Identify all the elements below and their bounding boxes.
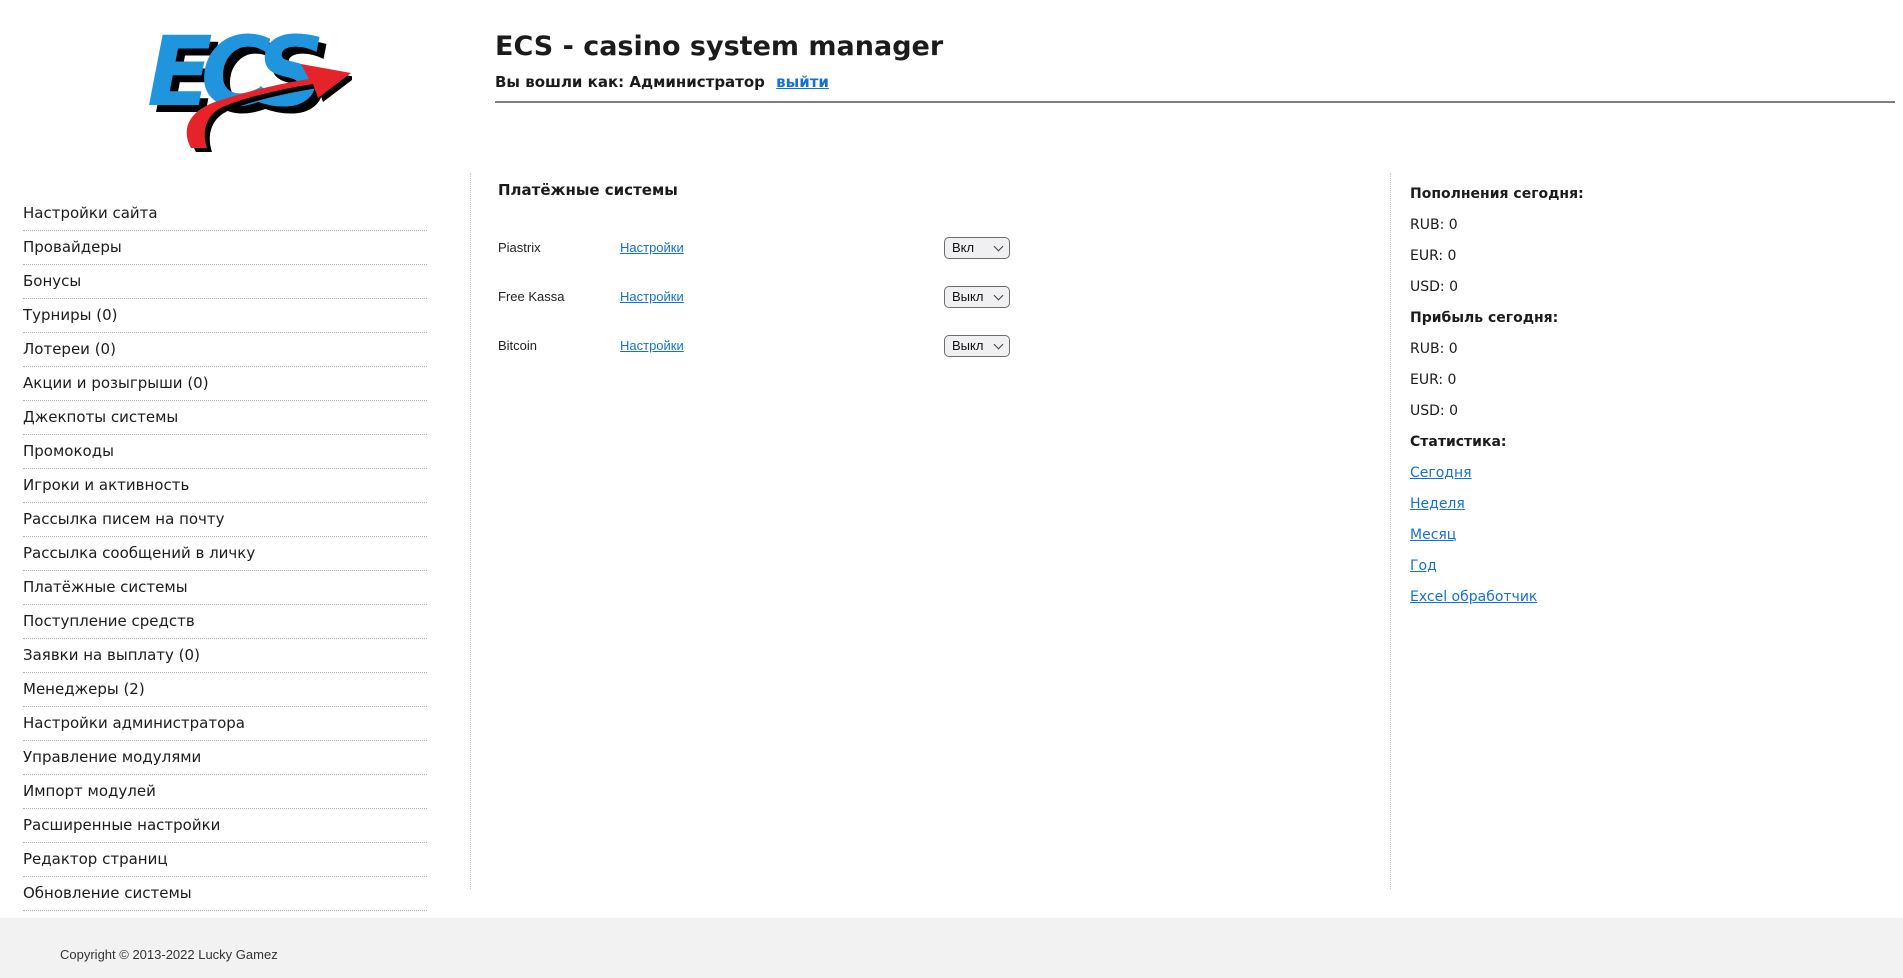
sidebar-menu: Настройки сайта Провайдеры Бонусы Турнир…: [23, 197, 427, 911]
sidebar-item-promocodes[interactable]: Промокоды: [23, 435, 427, 469]
header: ECS - casino system manager Вы вошли как…: [495, 33, 1895, 111]
profit-today-heading: Прибыль сегодня:: [1410, 310, 1559, 326]
payment-name: Piastrix: [498, 240, 541, 255]
sidebar-item-page-editor[interactable]: Редактор страниц: [23, 843, 427, 877]
sidebar-item-advanced-settings[interactable]: Расширенные настройки: [23, 809, 427, 843]
sidebar-item-payout-requests[interactable]: Заявки на выплату (0): [23, 639, 427, 673]
main-stats-divider: [1390, 173, 1391, 889]
stats-link-week[interactable]: Неделя: [1410, 496, 1465, 513]
sidebar-item-managers[interactable]: Менеджеры (2): [23, 673, 427, 707]
footer: Copyright © 2013-2022 Lucky Gamez: [0, 918, 1903, 978]
ecs-logo: ECS ECS: [138, 12, 356, 152]
payment-name: Bitcoin: [498, 338, 538, 353]
header-divider: [495, 101, 1895, 103]
deposits-today-heading: Пополнения сегодня:: [1410, 186, 1584, 202]
payment-settings-link[interactable]: Настройки: [620, 289, 684, 304]
sidebar-item-email-mailing[interactable]: Рассылка писем на почту: [23, 503, 427, 537]
payment-row-piastrix: Piastrix Настройки Вкл: [498, 223, 1010, 272]
main-content: Платёжные системы Piastrix Настройки Вкл…: [498, 181, 1358, 370]
sidebar-main-divider: [470, 173, 471, 889]
sidebar-item-site-settings[interactable]: Настройки сайта: [23, 197, 427, 231]
logout-link[interactable]: выйти: [776, 73, 829, 91]
payment-state-select-wrap: Вкл: [944, 236, 1010, 259]
stats-link-month[interactable]: Месяц: [1410, 527, 1456, 544]
page-title: ECS - casino system manager: [495, 31, 944, 62]
sidebar-item-jackpots[interactable]: Джекпоты системы: [23, 401, 427, 435]
sidebar-item-admin-settings[interactable]: Настройки администратора: [23, 707, 427, 741]
sidebar-item-module-management[interactable]: Управление модулями: [23, 741, 427, 775]
payment-settings-link[interactable]: Настройки: [620, 338, 684, 353]
payment-state-select-wrap: Выкл: [944, 334, 1010, 357]
stats-link-year[interactable]: Год: [1410, 558, 1437, 575]
payment-state-select-wrap: Выкл: [944, 285, 1010, 308]
main-heading: Платёжные системы: [498, 181, 678, 199]
sidebar-item-incoming-funds[interactable]: Поступление средств: [23, 605, 427, 639]
ecs-logo-image: ECS ECS: [147, 16, 356, 152]
deposits-eur: EUR: 0: [1410, 248, 1457, 264]
sidebar-item-promotions[interactable]: Акции и розыгрыши (0): [23, 367, 427, 401]
sidebar-item-tournaments[interactable]: Турниры (0): [23, 299, 427, 333]
profit-eur: EUR: 0: [1410, 372, 1457, 388]
payment-state-select[interactable]: Вкл: [944, 236, 1010, 259]
sidebar-item-bonuses[interactable]: Бонусы: [23, 265, 427, 299]
payment-row-free-kassa: Free Kassa Настройки Выкл: [498, 272, 1010, 321]
sidebar-item-module-import[interactable]: Импорт модулей: [23, 775, 427, 809]
payment-settings-link[interactable]: Настройки: [620, 240, 684, 255]
payment-name: Free Kassa: [498, 289, 565, 304]
deposits-rub: RUB: 0: [1410, 217, 1458, 233]
payment-state-select[interactable]: Выкл: [944, 334, 1010, 357]
login-status-text: Вы вошли как: Администратор: [495, 73, 765, 91]
sidebar-item-payment-systems[interactable]: Платёжные системы: [23, 571, 427, 605]
sidebar-item-system-update[interactable]: Обновление системы: [23, 877, 427, 911]
login-status: Вы вошли как: Администратор выйти: [495, 73, 1895, 92]
svg-text:ECS: ECS: [147, 16, 320, 128]
stats-link-today[interactable]: Сегодня: [1410, 465, 1472, 482]
stats-panel: Пополнения сегодня: RUB: 0 EUR: 0 USD: 0…: [1410, 186, 1710, 620]
sidebar-item-lotteries[interactable]: Лотереи (0): [23, 333, 427, 367]
payment-row-bitcoin: Bitcoin Настройки Выкл: [498, 321, 1010, 370]
statistics-heading: Статистика:: [1410, 434, 1507, 450]
sidebar-item-providers[interactable]: Провайдеры: [23, 231, 427, 265]
payment-systems-list: Piastrix Настройки Вкл Free Kassa Настро…: [498, 223, 1358, 370]
profit-usd: USD: 0: [1410, 403, 1458, 419]
profit-rub: RUB: 0: [1410, 341, 1458, 357]
payment-state-select[interactable]: Выкл: [944, 285, 1010, 308]
admin-page: { "header": { "logo_text": "ECS", "title…: [0, 0, 1903, 978]
stats-link-excel[interactable]: Excel обработчик: [1410, 589, 1537, 606]
sidebar-item-players-activity[interactable]: Игроки и активность: [23, 469, 427, 503]
sidebar-item-pm-mailing[interactable]: Рассылка сообщений в личку: [23, 537, 427, 571]
deposits-usd: USD: 0: [1410, 279, 1458, 295]
